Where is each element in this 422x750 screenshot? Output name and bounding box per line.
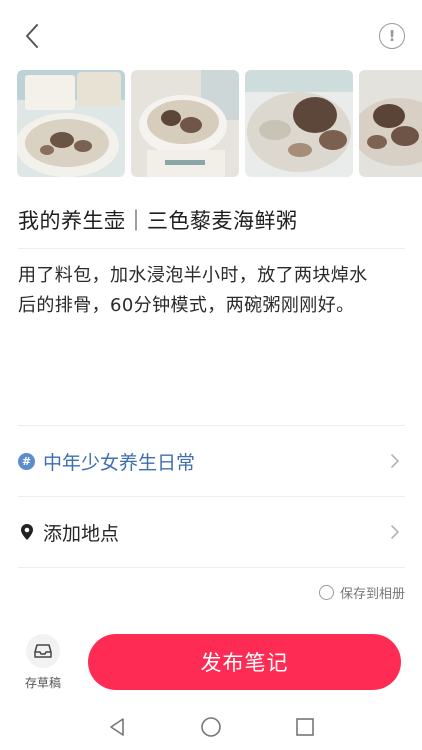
save-to-album-label: 保存到相册 — [339, 587, 405, 602]
topic-label: 中年少女养生日常 — [43, 451, 196, 474]
photo-strip[interactable] — [17, 70, 422, 177]
porridge-photo-3[interactable] — [245, 70, 353, 177]
save-draft-button[interactable]: 存草稿 — [20, 634, 66, 691]
top-bar: ! — [0, 0, 422, 70]
save-to-album-toggle[interactable]: 保存到相册 — [318, 583, 405, 602]
chevron-right-icon — [391, 525, 399, 539]
location-label: 添加地点 — [43, 522, 120, 545]
radio-unchecked-icon — [318, 585, 334, 600]
location-row[interactable]: 添加地点 — [18, 497, 405, 567]
back-button[interactable] — [18, 20, 46, 52]
square-recents-icon[interactable] — [294, 716, 316, 738]
publish-button[interactable]: 发布笔记 — [88, 634, 401, 690]
porridge-photo-1[interactable] — [17, 70, 125, 177]
post-body-line: 后的排骨，60分钟模式，两碗粥刚刚好。 — [18, 295, 355, 316]
divider — [18, 567, 405, 568]
triangle-back-icon[interactable] — [106, 716, 128, 738]
topic-row[interactable]: # 中年少女养生日常 — [18, 426, 405, 496]
porridge-photo-4[interactable] — [359, 70, 422, 177]
chevron-right-icon — [391, 454, 399, 468]
draft-box-icon — [26, 634, 60, 668]
porridge-photo-2[interactable] — [131, 70, 239, 177]
divider — [18, 248, 405, 249]
circle-home-icon[interactable] — [200, 716, 222, 738]
system-nav-bar — [0, 705, 422, 750]
post-title[interactable]: 我的养生壶｜三色藜麦海鲜粥 — [18, 205, 298, 235]
report-button[interactable]: ! — [379, 23, 405, 49]
exclamation-circle-icon: ! — [388, 27, 396, 45]
chevron-left-icon — [26, 24, 38, 48]
location-pin-icon — [18, 522, 36, 542]
draft-label: 存草稿 — [24, 676, 61, 690]
hashtag-icon: # — [18, 452, 35, 470]
post-body-input[interactable]: 用了料包，加水浸泡半小时，放了两块焯水 后的排骨，60分钟模式，两碗粥刚刚好。 — [18, 261, 410, 321]
post-body-line: 用了料包，加水浸泡半小时，放了两块焯水 — [18, 265, 368, 286]
